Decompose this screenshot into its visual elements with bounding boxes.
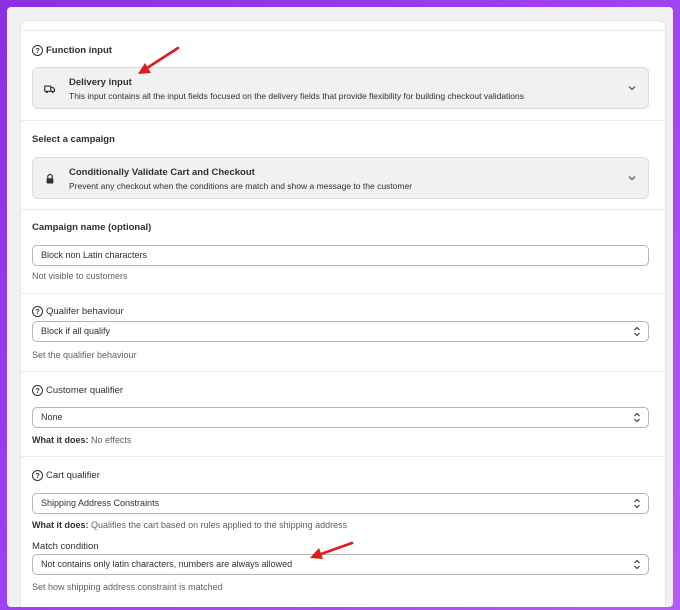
- cart-qualifier-value: Shipping Address Constraints: [41, 498, 160, 508]
- qualifier-behaviour-help: Set the qualifier behaviour: [32, 350, 137, 360]
- select-arrows-icon: [634, 559, 640, 570]
- app-window: ? Function input Delivery input This inp…: [7, 7, 673, 607]
- question-circle-icon[interactable]: ?: [32, 385, 43, 396]
- chevron-down-icon: [628, 86, 636, 91]
- qualifier-behaviour-value: Block if all qualify: [41, 326, 111, 336]
- cart-qualifier-help-text: Qualifies the cart based on rules applie…: [91, 520, 348, 530]
- match-condition-help: Set how shipping address constraint is m…: [32, 582, 223, 592]
- cart-qualifier-help: What it does: Qualifies the cart based o…: [32, 520, 347, 530]
- customer-qualifier-label-text: Customer qualifier: [46, 385, 124, 396]
- chevron-down-icon: [628, 176, 636, 181]
- function-input-selected-desc: This input contains all the input fields…: [69, 91, 525, 101]
- qualifier-behaviour-label-text: Qualifer behaviour: [46, 306, 124, 317]
- truck-icon: [44, 85, 56, 94]
- campaign-accordion[interactable]: Conditionally Validate Cart and Checkout…: [32, 157, 649, 199]
- customer-qualifier-label: ? Customer qualifier: [32, 385, 123, 396]
- settings-card: ? Function input Delivery input This inp…: [21, 21, 665, 607]
- customer-qualifier-help-text: No effects: [91, 435, 132, 445]
- customer-qualifier-help: What it does: No effects: [32, 435, 131, 445]
- qualifier-behaviour-label: ? Qualifer behaviour: [32, 306, 124, 317]
- cart-qualifier-section: ? Cart qualifier Shipping Address Constr…: [21, 457, 665, 607]
- question-circle-icon[interactable]: ?: [32, 470, 43, 481]
- cart-qualifier-label-text: Cart qualifier: [46, 470, 100, 481]
- qualifier-behaviour-section: ? Qualifer behaviour Block if all qualif…: [21, 294, 665, 372]
- customer-qualifier-help-prefix: What it does:: [32, 435, 89, 445]
- function-input-label-text: Function input: [46, 45, 112, 56]
- function-input-selected-title: Delivery input: [69, 77, 132, 88]
- match-condition-label: Match condition: [32, 541, 99, 552]
- cart-qualifier-select[interactable]: Shipping Address Constraints: [32, 493, 649, 514]
- select-arrows-icon: [634, 498, 640, 509]
- function-input-accordion[interactable]: Delivery input This input contains all t…: [32, 67, 649, 109]
- campaign-selected-desc: Prevent any checkout when the conditions…: [69, 181, 413, 191]
- campaign-selected-title: Conditionally Validate Cart and Checkout: [69, 167, 255, 178]
- customer-qualifier-select[interactable]: None: [32, 407, 649, 428]
- select-arrows-icon: [634, 412, 640, 423]
- campaign-name-label: Campaign name (optional): [32, 222, 152, 233]
- card-top-strip: [21, 21, 665, 31]
- function-input-label: ? Function input: [32, 45, 112, 56]
- cart-qualifier-label: ? Cart qualifier: [32, 470, 100, 481]
- campaign-name-section: Campaign name (optional) Block non Latin…: [21, 210, 665, 294]
- qualifier-behaviour-select[interactable]: Block if all qualify: [32, 321, 649, 342]
- function-input-section: ? Function input Delivery input This inp…: [21, 31, 665, 121]
- customer-qualifier-value: None: [41, 412, 63, 422]
- cart-qualifier-help-prefix: What it does:: [32, 520, 89, 530]
- customer-qualifier-section: ? Customer qualifier None What it does: …: [21, 372, 665, 457]
- question-circle-icon[interactable]: ?: [32, 45, 43, 56]
- match-condition-select[interactable]: Not contains only latin characters, numb…: [32, 554, 649, 575]
- match-condition-value: Not contains only latin characters, numb…: [41, 559, 293, 569]
- campaign-name-input[interactable]: Block non Latin characters: [32, 245, 649, 266]
- question-circle-icon[interactable]: ?: [32, 306, 43, 317]
- select-arrows-icon: [634, 326, 640, 337]
- lock-icon: [46, 173, 54, 184]
- campaign-section: Select a campaign Conditionally Validate…: [21, 121, 665, 210]
- campaign-name-help: Not visible to customers: [32, 271, 128, 281]
- campaign-label: Select a campaign: [32, 134, 115, 145]
